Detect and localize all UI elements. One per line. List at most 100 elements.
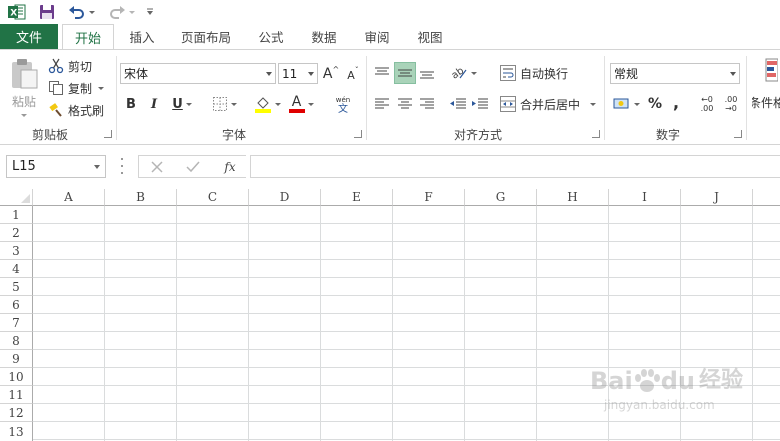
format-painter-button[interactable]: 格式刷 [48, 100, 104, 120]
increase-font-button[interactable]: A ^ [322, 63, 340, 84]
row-header[interactable]: 9 [0, 350, 33, 368]
increase-indent-button[interactable] [470, 94, 490, 114]
font-color-button[interactable]: A [286, 94, 316, 114]
align-bottom-button[interactable] [417, 62, 437, 84]
cancel-icon[interactable] [147, 158, 167, 176]
orientation-button[interactable]: ab [448, 62, 478, 84]
row-header[interactable]: 8 [0, 332, 33, 350]
format-painter-label: 格式刷 [68, 103, 105, 118]
underline-button[interactable]: U [168, 94, 196, 114]
chevron-down-icon [308, 72, 314, 76]
row-header[interactable]: 2 [0, 224, 33, 242]
column-header-f[interactable]: F [393, 189, 465, 206]
clipboard-group-label: 剪贴板 [32, 128, 69, 142]
tab-data[interactable]: 数据 [302, 24, 346, 49]
row-header[interactable]: 13 [0, 422, 33, 441]
tab-home[interactable]: 开始 [62, 24, 114, 50]
conditional-formatting-button[interactable]: 条件格 [752, 58, 780, 114]
column-header-c[interactable]: C [177, 189, 249, 206]
row-header[interactable]: 3 [0, 242, 33, 260]
alignment-launcher-icon[interactable] [592, 130, 600, 138]
tab-page-layout[interactable]: 页面布局 [172, 24, 240, 49]
percent-button[interactable]: % [646, 94, 664, 114]
tab-file[interactable]: 文件 [0, 24, 58, 49]
alignment-group-label: 对齐方式 [454, 128, 503, 142]
wrap-text-button[interactable]: 自动换行 [500, 62, 568, 84]
undo-icon[interactable] [66, 2, 96, 22]
paw-icon [634, 369, 660, 392]
wrap-text-icon [500, 65, 516, 81]
save-icon[interactable] [36, 2, 58, 22]
select-all-button[interactable] [0, 189, 33, 206]
font-size-value: 11 [282, 66, 298, 81]
quick-access-toolbar: X [0, 0, 780, 24]
align-left-button[interactable] [372, 94, 392, 114]
fill-color-button[interactable] [252, 94, 282, 114]
row-header[interactable]: 4 [0, 260, 33, 278]
tab-formulas[interactable]: 公式 [250, 24, 292, 49]
column-header-a[interactable]: A [33, 189, 105, 206]
copy-button[interactable]: 复制 [48, 78, 105, 98]
borders-button[interactable] [208, 94, 240, 114]
check-icon[interactable] [183, 158, 203, 176]
column-header-e[interactable]: E [321, 189, 393, 206]
column-header-h[interactable]: H [537, 189, 609, 206]
row-header[interactable]: 1 [0, 206, 33, 224]
name-box[interactable]: L15 [6, 155, 106, 178]
tab-review[interactable]: 审阅 [355, 24, 399, 49]
merge-center-button[interactable]: 合并后居中 [500, 94, 597, 114]
tab-view[interactable]: 视图 [408, 24, 452, 49]
row-header[interactable]: 7 [0, 314, 33, 332]
cut-button[interactable]: 剪切 [48, 56, 92, 76]
chevron-down-icon [730, 72, 736, 76]
resize-handle[interactable] [120, 158, 124, 174]
row-header[interactable]: 10 [0, 368, 33, 386]
text-orientation-icon: ab [450, 65, 466, 81]
redo-icon[interactable] [106, 2, 136, 22]
decrease-indent-button[interactable] [448, 94, 468, 114]
shrink-font-icon: A [347, 68, 355, 82]
align-top-button[interactable] [372, 62, 392, 84]
group-divider [366, 56, 367, 140]
conditional-formatting-label: 条件格 [752, 96, 780, 110]
row-header[interactable]: 11 [0, 386, 33, 404]
formula-bar: L15 fx [0, 145, 780, 189]
watermark: Bai du 经验 jingyan.baidu.com [590, 368, 770, 426]
watermark-text-du: du [660, 367, 695, 395]
align-right-button[interactable] [417, 94, 437, 114]
column-header-d[interactable]: D [249, 189, 321, 206]
row-header[interactable]: 12 [0, 404, 33, 422]
phonetic-guide-button[interactable]: wén 文 [330, 94, 356, 116]
tab-insert[interactable]: 插入 [120, 24, 164, 49]
underline-icon: U [172, 96, 183, 112]
column-header-k[interactable] [753, 189, 780, 206]
column-header-b[interactable]: B [105, 189, 177, 206]
number-format-value: 常规 [614, 67, 639, 81]
row-header[interactable]: 5 [0, 278, 33, 296]
row-header[interactable]: 6 [0, 296, 33, 314]
decrease-decimal-button[interactable]: .00 →0 [720, 92, 742, 116]
column-header-j[interactable]: J [681, 189, 753, 206]
increase-decimal-top: ←0 [701, 95, 713, 104]
paste-button[interactable]: 粘贴 [6, 56, 42, 118]
column-header-i[interactable]: I [609, 189, 681, 206]
bold-button[interactable]: B [122, 94, 140, 114]
font-size-combo[interactable]: 11 [278, 63, 318, 84]
font-launcher-icon[interactable] [354, 130, 362, 138]
italic-button[interactable]: I [145, 94, 163, 114]
formula-input[interactable] [250, 155, 780, 178]
accounting-format-button[interactable] [610, 94, 642, 114]
number-format-combo[interactable]: 常规 [610, 63, 740, 84]
align-center-button[interactable] [395, 94, 415, 114]
insert-function-button[interactable]: fx [219, 158, 241, 176]
clipboard-launcher-icon[interactable] [104, 130, 112, 138]
font-name-combo[interactable]: 宋体 [120, 63, 276, 84]
customize-qat-icon[interactable] [142, 2, 158, 22]
decrease-font-button[interactable]: Aˇ [344, 63, 362, 84]
increase-decimal-button[interactable]: ←0 .00 [696, 92, 718, 116]
comma-style-button[interactable]: , [668, 92, 684, 112]
column-header-g[interactable]: G [465, 189, 537, 206]
group-divider [604, 56, 605, 140]
align-middle-button[interactable] [394, 62, 416, 84]
number-launcher-icon[interactable] [734, 130, 742, 138]
